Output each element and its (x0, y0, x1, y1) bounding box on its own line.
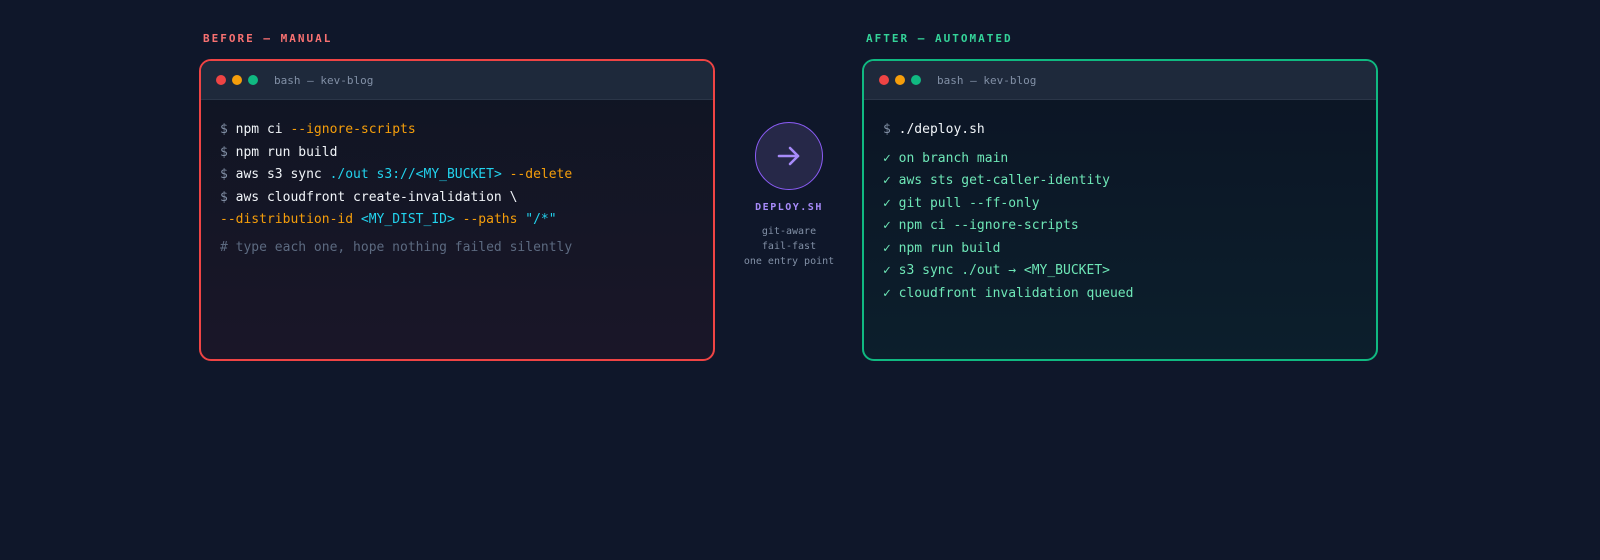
after-terminal-window: bash — kev-blog $ ./deploy.sh ✓ on branc… (862, 59, 1378, 361)
check-line: ✓ aws sts get-caller-identity (883, 173, 1110, 188)
prompt-symbol: $ (220, 122, 228, 137)
terminal-line: $ aws cloudfront create-invalidation \ (220, 187, 694, 210)
check-line: ✓ cloudfront invalidation queued (883, 285, 1134, 301)
command-arg: "/*" (525, 212, 557, 227)
command-flag: --delete (509, 167, 573, 182)
minimize-dot-icon[interactable] (232, 75, 242, 85)
command-arg: <MY_DIST_ID> (360, 212, 455, 227)
terminal-line: --distribution-id <MY_DIST_ID> --paths "… (220, 209, 694, 232)
feature-item: git-aware (761, 226, 817, 237)
minimize-dot-icon[interactable] (895, 75, 905, 85)
command-text: aws cloudfront create-invalidation \ (235, 189, 518, 205)
terminal-comment: # type each one, hope nothing failed sil… (220, 239, 573, 255)
before-window-title: bash — kev-blog (274, 73, 374, 87)
terminal-line: $ npm run build (220, 142, 694, 165)
after-window-title: bash — kev-blog (937, 73, 1037, 87)
check-line: ✓ on branch main (883, 150, 1009, 166)
prompt-symbol: $ (883, 122, 891, 137)
arrow-right-icon (755, 122, 823, 190)
command-flag: --paths (462, 212, 518, 227)
check-line: ✓ npm run build (883, 240, 1001, 256)
command-path: ./out s3://<MY_BUCKET> (329, 167, 502, 182)
before-section-label: BEFORE — MANUAL (203, 32, 333, 45)
before-terminal-body: $ npm ci --ignore-scripts $ npm run buil… (201, 100, 713, 259)
check-line: ✓ npm ci --ignore-scripts (883, 218, 1079, 233)
command-text: npm run build (235, 144, 338, 160)
command-flag: --distribution-id (220, 212, 354, 227)
maximize-dot-icon[interactable] (248, 75, 258, 85)
before-terminal-titlebar: bash — kev-blog (201, 61, 713, 100)
close-dot-icon[interactable] (879, 75, 889, 85)
command-flag: --ignore-scripts (290, 122, 416, 137)
deploy-script-label: DEPLOY.SH (755, 202, 823, 213)
maximize-dot-icon[interactable] (911, 75, 921, 85)
close-dot-icon[interactable] (216, 75, 226, 85)
comparison-stage: BEFORE — MANUAL AFTER — AUTOMATED bash —… (0, 0, 1600, 560)
command-text: npm ci (235, 122, 283, 137)
command-text: ./deploy.sh (898, 122, 985, 137)
terminal-line: $ ./deploy.sh (883, 119, 1357, 142)
prompt-symbol: $ (220, 167, 228, 182)
feature-item: one entry point (743, 256, 835, 267)
terminal-line: $ npm ci --ignore-scripts (220, 119, 694, 142)
after-terminal-titlebar: bash — kev-blog (864, 61, 1376, 100)
feature-item: fail-fast (761, 241, 817, 252)
check-line: ✓ git pull --ff-only (883, 195, 1040, 211)
command-text: aws s3 sync (235, 167, 322, 182)
prompt-symbol: $ (220, 144, 228, 160)
check-line: ✓ s3 sync ./out → <MY_BUCKET> (883, 263, 1110, 278)
after-section-label: AFTER — AUTOMATED (866, 32, 1013, 45)
after-terminal-body: $ ./deploy.sh ✓ on branch main ✓ aws sts… (864, 100, 1376, 305)
prompt-symbol: $ (220, 189, 228, 205)
terminal-line: $ aws s3 sync ./out s3://<MY_BUCKET> --d… (220, 164, 694, 187)
before-terminal-window: bash — kev-blog $ npm ci --ignore-script… (199, 59, 715, 361)
